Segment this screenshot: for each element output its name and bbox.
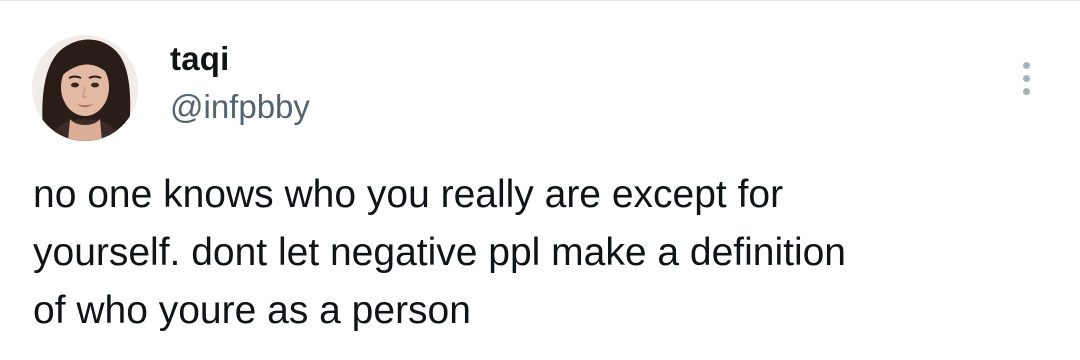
display-name[interactable]: taqi [170, 39, 229, 79]
tweet-text-line: of who youre as a person [33, 289, 471, 332]
vertical-ellipsis-icon [1022, 87, 1030, 95]
tweet-text-line: no one knows who you really are except f… [33, 173, 784, 216]
vertical-ellipsis-icon [1022, 74, 1030, 82]
tweet-text-line: yourself. dont let negative ppl make a d… [33, 231, 847, 274]
avatar[interactable] [32, 35, 138, 141]
vertical-ellipsis-icon [1022, 61, 1030, 69]
tweet-text: no one knows who you really are except f… [33, 166, 1043, 340]
profile-photo-icon [32, 35, 138, 141]
more-options-button[interactable] [1006, 55, 1046, 101]
user-handle[interactable]: @infpbby [170, 87, 310, 127]
tweet-card: taqi @infpbby no one knows who you reall… [0, 0, 1080, 360]
